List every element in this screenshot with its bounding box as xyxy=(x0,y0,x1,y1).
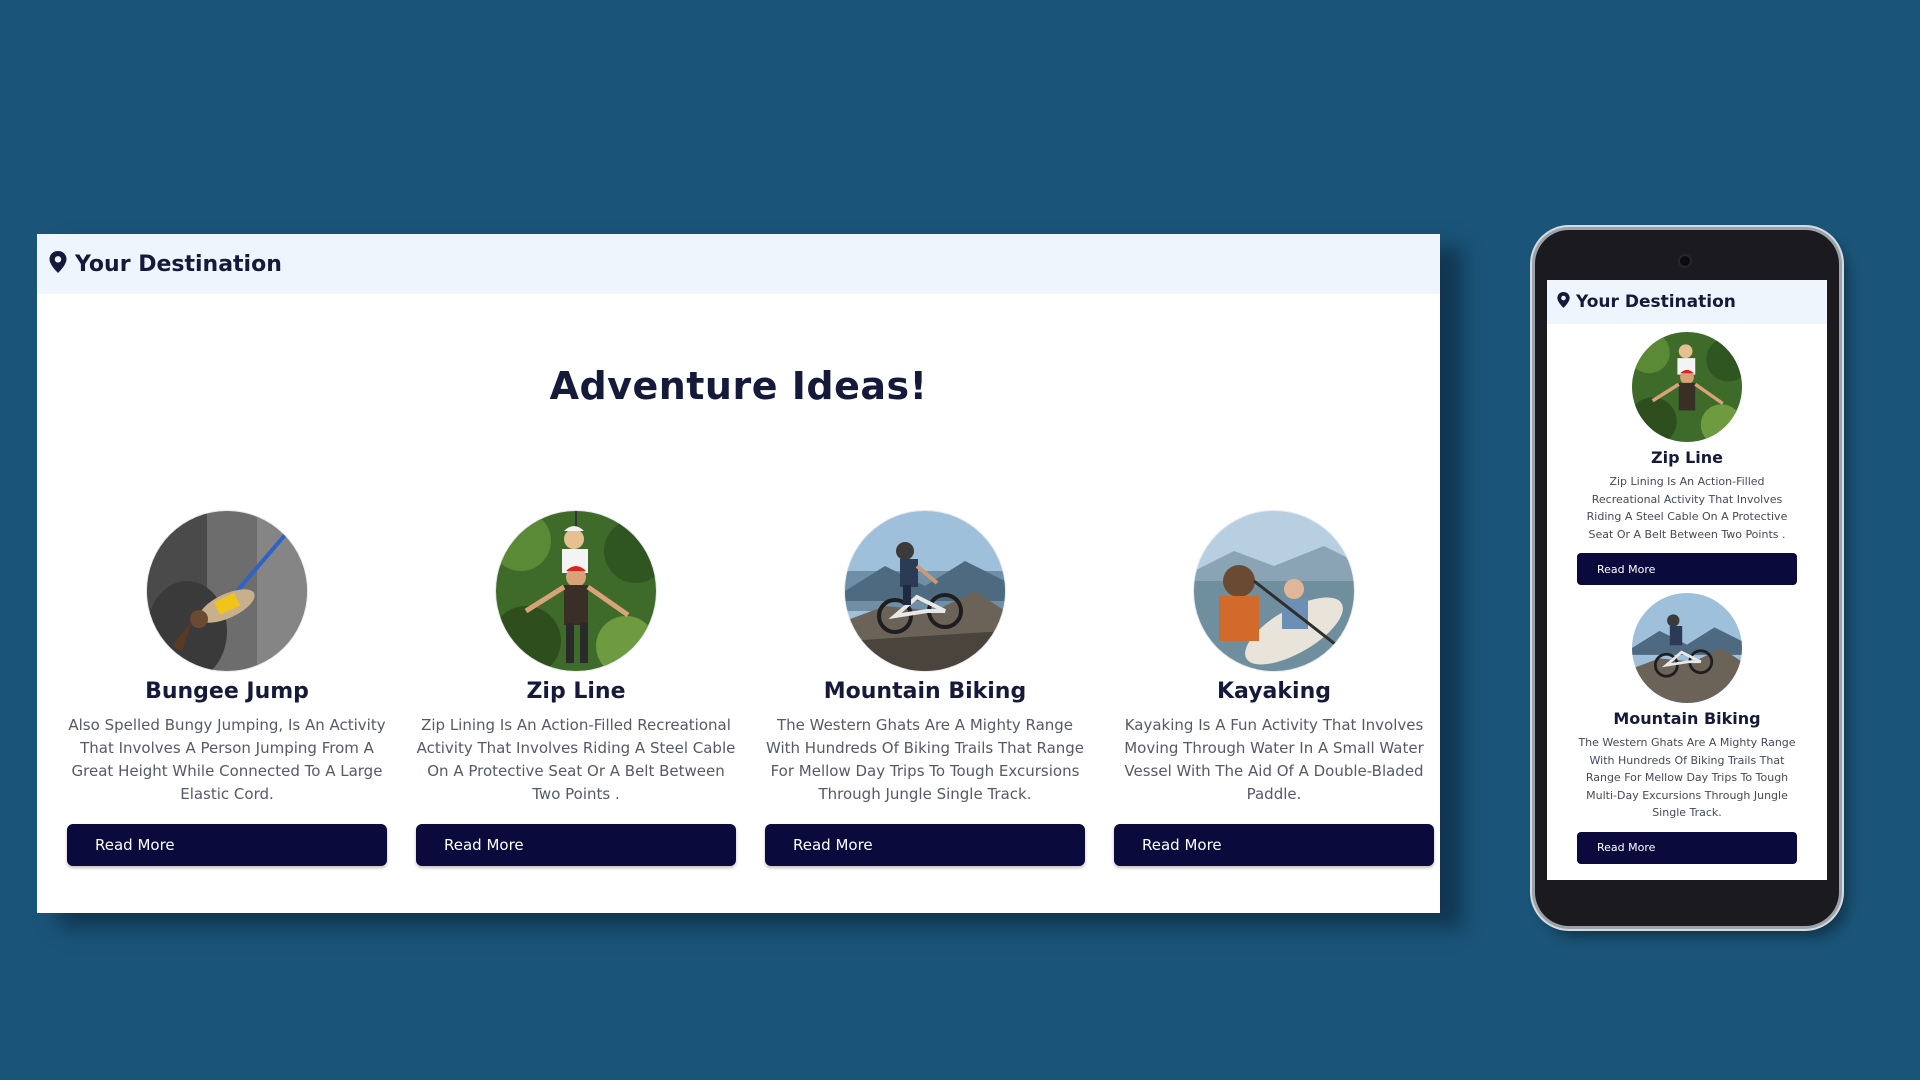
brand-name[interactable]: Your Destination xyxy=(1576,292,1736,312)
card-description: The Western Ghats Are A Mighty Range Wit… xyxy=(1578,736,1796,819)
card-title: Kayaking xyxy=(1217,679,1331,704)
map-pin-icon xyxy=(1557,292,1570,312)
zip-line-image xyxy=(1632,332,1742,442)
brand-name[interactable]: Your Destination xyxy=(75,252,282,277)
adventure-cards: Bungee Jump Also Spelled Bungy Jumping, … xyxy=(67,511,1440,866)
card-kayaking: Kayaking Kayaking Is A Fun Activity That… xyxy=(1114,511,1434,866)
read-more-button[interactable]: Read More xyxy=(1114,824,1434,866)
mobile-card-mountain-biking: Mountain Biking The Western Ghats Are A … xyxy=(1547,585,1827,864)
map-pin-icon xyxy=(49,251,67,277)
card-description: Kayaking Is A Fun Activity That Involves… xyxy=(1124,716,1424,803)
card-description: Also Spelled Bungy Jumping, Is An Activi… xyxy=(68,716,386,803)
card-title: Mountain Biking xyxy=(823,679,1027,704)
zip-line-image xyxy=(496,511,656,671)
read-more-button[interactable]: Read More xyxy=(416,824,736,866)
mountain-biking-image xyxy=(845,511,1005,671)
mobile-preview: Your Destination Zip Line Zip Lining Is … xyxy=(1535,230,1839,926)
read-more-button[interactable]: Read More xyxy=(1577,831,1797,864)
card-bungee-jump: Bungee Jump Also Spelled Bungy Jumping, … xyxy=(67,511,387,866)
read-more-button[interactable]: Read More xyxy=(67,824,387,866)
read-more-button[interactable]: Read More xyxy=(765,824,1085,866)
mobile-card-zip-line: Zip Line Zip Lining Is An Action-Filled … xyxy=(1547,324,1827,585)
camera-icon xyxy=(1680,256,1690,266)
card-mountain-biking: Mountain Biking The Western Ghats Are A … xyxy=(765,511,1085,866)
card-description: The Western Ghats Are A Mighty Range Wit… xyxy=(765,716,1085,803)
card-title: Bungee Jump xyxy=(145,679,309,704)
mobile-screen: Your Destination Zip Line Zip Lining Is … xyxy=(1547,280,1827,880)
page-title: Adventure Ideas! xyxy=(549,364,928,408)
card-title: Zip Line xyxy=(1650,448,1724,467)
card-title: Mountain Biking xyxy=(1613,709,1761,728)
read-more-button[interactable]: Read More xyxy=(1577,553,1797,585)
site-header: Your Destination xyxy=(37,234,1440,294)
kayaking-image xyxy=(1194,511,1354,671)
mobile-header: Your Destination xyxy=(1547,280,1827,324)
card-description: Zip Lining Is An Action-Filled Recreatio… xyxy=(1586,475,1788,541)
mountain-biking-image xyxy=(1632,593,1742,703)
desktop-preview: Your Destination Adventure Ideas! Bungee… xyxy=(37,234,1440,913)
bungee-jump-image xyxy=(147,511,307,671)
card-description: Zip Lining Is An Action-Filled Recreatio… xyxy=(416,716,736,803)
card-zip-line: Zip Line Zip Lining Is An Action-Filled … xyxy=(416,511,736,866)
card-title: Zip Line xyxy=(526,679,626,704)
